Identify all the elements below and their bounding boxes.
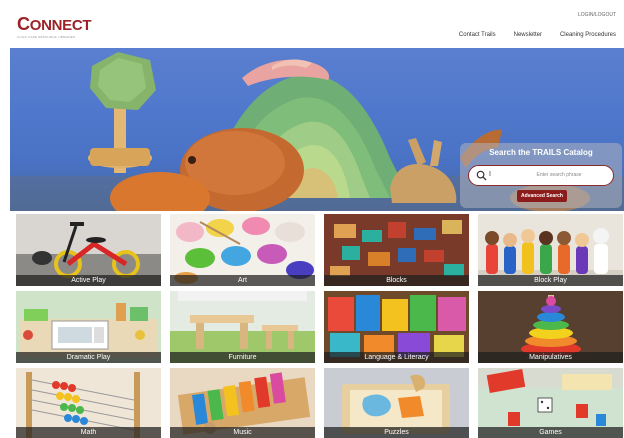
category-tile-furniture[interactable]: Furniture	[170, 291, 315, 363]
category-label: Music	[170, 427, 315, 438]
category-tile-dramatic-play[interactable]: Dramatic Play	[16, 291, 161, 363]
category-label: Puzzles	[324, 427, 469, 438]
site-header: CONNECT CHILD CARE RESOURCE LIBRARIES LO…	[0, 0, 624, 48]
advanced-search-button[interactable]: Advanced Search	[517, 190, 567, 202]
category-label: Block Play	[478, 275, 623, 286]
category-tile-manipulatives[interactable]: Manipulatives	[478, 291, 623, 363]
category-tile-games[interactable]: Games	[478, 368, 623, 438]
category-tile-art[interactable]: Art	[170, 214, 315, 286]
nav-cleaning-procedures[interactable]: Cleaning Procedures	[560, 32, 616, 38]
catalog-search-panel: Search the TRAILS Catalog I Enter search…	[460, 143, 622, 208]
category-label: Games	[478, 427, 623, 438]
category-tile-block-play[interactable]: Block Play	[478, 214, 623, 286]
category-label: Manipulatives	[478, 352, 623, 363]
main-nav: Contact Trails Newsletter Cleaning Proce…	[459, 32, 616, 38]
category-label: Furniture	[170, 352, 315, 363]
page: CONNECT CHILD CARE RESOURCE LIBRARIES LO…	[0, 0, 624, 438]
nav-contact-trails[interactable]: Contact Trails	[459, 32, 496, 38]
category-tile-language-literacy[interactable]: Language & Literacy	[324, 291, 469, 363]
category-label: Math	[16, 427, 161, 438]
connect-logo[interactable]: CONNECT CHILD CARE RESOURCE LIBRARIES	[17, 14, 92, 39]
category-tile-active-play[interactable]: Active Play	[16, 214, 161, 286]
category-label: Dramatic Play	[16, 352, 161, 363]
category-label: Art	[170, 275, 315, 286]
category-label: Blocks	[324, 275, 469, 286]
search-icon	[476, 170, 487, 181]
logo-subtitle: CHILD CARE RESOURCE LIBRARIES	[17, 35, 76, 39]
category-tile-math[interactable]: Math	[16, 368, 161, 438]
category-tile-puzzles[interactable]: Puzzles	[324, 368, 469, 438]
logo-word: ONNECT	[29, 17, 92, 34]
search-input[interactable]: I Enter search phrase	[468, 165, 614, 186]
category-label: Active Play	[16, 275, 161, 286]
search-title: Search the TRAILS Catalog	[489, 148, 593, 157]
search-input-value: I	[489, 171, 491, 178]
search-placeholder: Enter search phrase	[536, 172, 582, 178]
category-label: Language & Literacy	[324, 352, 469, 363]
category-tile-music[interactable]: Music	[170, 368, 315, 438]
nav-newsletter[interactable]: Newsletter	[514, 32, 542, 38]
login-logout-link[interactable]: LOGIN/LOGOUT	[578, 12, 616, 18]
category-tile-blocks[interactable]: Blocks	[324, 214, 469, 286]
logo-initial: C	[17, 14, 30, 34]
